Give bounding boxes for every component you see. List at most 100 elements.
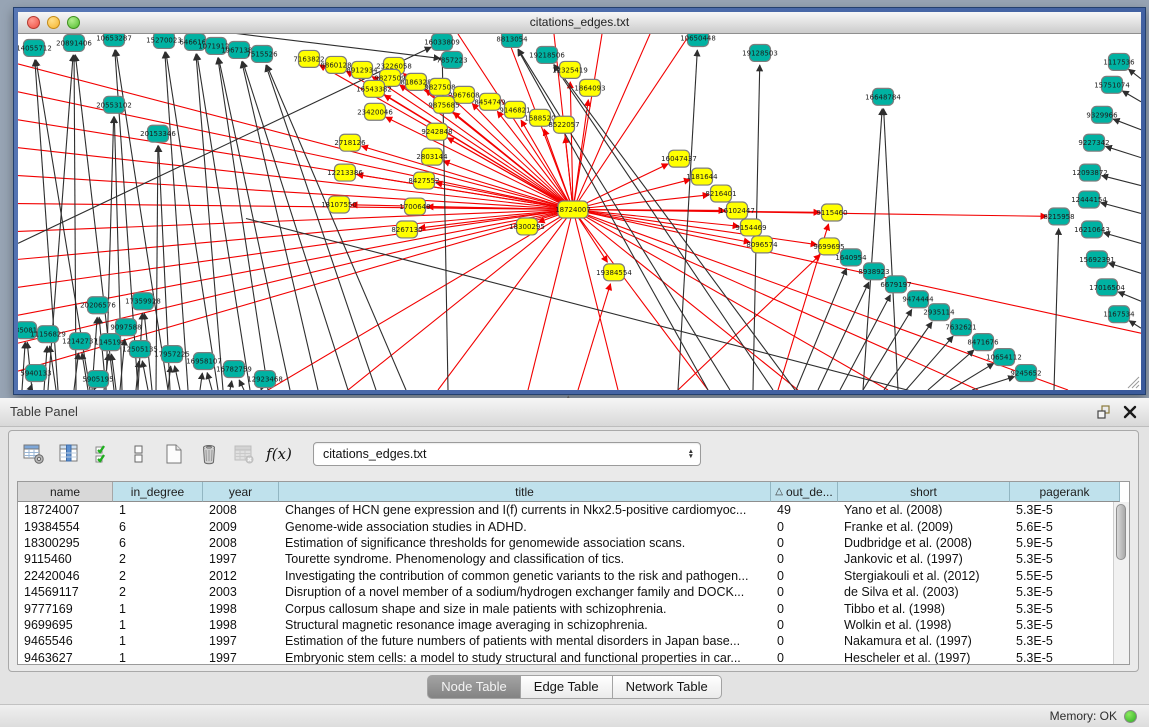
- graph-node[interactable]: 12093872: [1072, 164, 1108, 181]
- graph-node[interactable]: 8427552: [408, 172, 439, 189]
- svg-text:8471676: 8471676: [967, 339, 998, 347]
- graph-node[interactable]: 8471676: [967, 334, 998, 351]
- graph-node[interactable]: 7632621: [945, 319, 976, 336]
- graph-node[interactable]: 1181644: [686, 168, 718, 185]
- close-panel-button[interactable]: [1123, 405, 1137, 419]
- table-cell: Estimation of significance thresholds fo…: [279, 535, 771, 551]
- graph-node[interactable]: 20206576: [80, 297, 116, 314]
- network-graph[interactable]: 1872400771638228860128891293423226058982…: [18, 34, 1141, 390]
- new-document-icon: [163, 443, 185, 465]
- table-cell: 2003: [203, 584, 279, 600]
- table-cell: 1: [113, 617, 203, 633]
- graph-node[interactable]: 19384554: [596, 264, 632, 281]
- graph-node[interactable]: 10653287: [96, 34, 132, 46]
- table-row[interactable]: 969969511998Structural magnetic resonanc…: [18, 617, 1129, 633]
- table-row[interactable]: 1872400712008Changes of HCN gene express…: [18, 502, 1129, 518]
- table-row[interactable]: 946362711997Embryonic stem cells: a mode…: [18, 650, 1129, 665]
- column-header-pagerank[interactable]: pagerank: [1010, 482, 1120, 502]
- table-row[interactable]: 2242004622012Investigating the contribut…: [18, 568, 1129, 584]
- show-columns-button[interactable]: [56, 441, 82, 467]
- tab-edge-table[interactable]: Edge Table: [521, 675, 613, 699]
- float-panel-button[interactable]: [1095, 404, 1111, 420]
- graph-node[interactable]: 12505135: [122, 341, 158, 358]
- tab-node-table[interactable]: Node Table: [427, 675, 521, 699]
- table-scrollbar[interactable]: [1113, 502, 1129, 664]
- graph-node[interactable]: 2935114: [923, 304, 955, 321]
- graph-node[interactable]: 12213386: [327, 164, 363, 181]
- svg-text:12213386: 12213386: [327, 169, 363, 177]
- network-window-titlebar[interactable]: citations_edges.txt: [18, 12, 1141, 34]
- graph-node[interactable]: 15270023: [146, 34, 182, 48]
- graph-node[interactable]: 1167534: [1103, 306, 1135, 323]
- graph-node[interactable]: 20553102: [96, 96, 132, 113]
- graph-node[interactable]: 10654112: [986, 349, 1022, 366]
- function-builder-label: f(x): [264, 445, 294, 463]
- network-window[interactable]: citations_edges.txt 18724007716382288601…: [13, 7, 1146, 395]
- table-cell: 0: [771, 568, 838, 584]
- function-builder-button[interactable]: f(x): [266, 441, 292, 467]
- svg-text:7857223: 7857223: [436, 56, 467, 64]
- delete-columns-button[interactable]: [196, 441, 222, 467]
- column-header-year[interactable]: year: [203, 482, 279, 502]
- graph-node[interactable]: 9227342: [1078, 134, 1109, 151]
- graph-node[interactable]: 17957225: [154, 346, 190, 363]
- graph-node[interactable]: 6679197: [880, 276, 911, 293]
- graph-node[interactable]: 1864093: [574, 79, 605, 96]
- graph-node[interactable]: 15751074: [1094, 76, 1130, 93]
- graph-node[interactable]: 8216401: [705, 185, 736, 202]
- graph-node[interactable]: 15692391: [1079, 251, 1115, 268]
- graph-node[interactable]: 8215958: [1043, 208, 1074, 225]
- table-row[interactable]: 1830029562008Estimation of significance …: [18, 535, 1129, 551]
- graph-node[interactable]: 19128503: [742, 44, 778, 61]
- graph-node[interactable]: 16648784: [865, 88, 901, 105]
- graph-node[interactable]: 9329966: [1086, 106, 1117, 123]
- graph-node[interactable]: 20891406: [56, 34, 92, 51]
- column-header-out_degree[interactable]: △out_de...: [771, 482, 838, 502]
- table-header-row: namein_degreeyeartitle△out_de...shortpag…: [18, 482, 1129, 502]
- graph-node[interactable]: 9699695: [813, 238, 844, 255]
- column-header-short[interactable]: short: [838, 482, 1010, 502]
- table-cell: Disruption of a novel member of a sodium…: [279, 584, 771, 600]
- graph-node[interactable]: 9115460: [816, 204, 847, 221]
- column-header-in_degree[interactable]: in_degree: [113, 482, 203, 502]
- create-column-button[interactable]: [161, 441, 187, 467]
- graph-node[interactable]: 12142737: [62, 333, 98, 350]
- graph-node[interactable]: 12444154: [1071, 191, 1107, 208]
- table-cell: Jankovic et al. (1997): [838, 551, 1010, 567]
- table-selector-dropdown[interactable]: citations_edges.txt ▲▼: [313, 442, 701, 466]
- graph-node[interactable]: 18107550: [321, 196, 357, 213]
- column-header-title[interactable]: title: [279, 482, 771, 502]
- graph-node[interactable]: 14055712: [18, 39, 52, 56]
- graph-node[interactable]: 1117536: [1103, 53, 1134, 70]
- table-row[interactable]: 977716911998Corpus callosum shape and si…: [18, 600, 1129, 616]
- graph-node[interactable]: 7857223: [436, 51, 467, 68]
- window-resize-grip[interactable]: [1126, 375, 1140, 389]
- tab-network-table[interactable]: Network Table: [613, 675, 722, 699]
- graph-node[interactable]: 10650448: [680, 34, 716, 46]
- select-all-columns-button[interactable]: [91, 441, 117, 467]
- table-cell: 2: [113, 584, 203, 600]
- table-options-button[interactable]: [21, 441, 47, 467]
- close-icon: [1123, 405, 1137, 419]
- table-row[interactable]: 946554611997Estimation of the future num…: [18, 633, 1129, 649]
- graph-node[interactable]: 18724007: [555, 201, 591, 218]
- table-row[interactable]: 1456911722003Disruption of a novel membe…: [18, 584, 1129, 600]
- svg-text:17957225: 17957225: [154, 351, 190, 359]
- table-cell: Nakamura et al. (1997): [838, 633, 1010, 649]
- graph-node[interactable]: 17016504: [1089, 279, 1125, 296]
- unselect-all-columns-button[interactable]: [126, 441, 152, 467]
- table-scrollbar-thumb[interactable]: [1116, 504, 1126, 560]
- table-cell: 2: [113, 551, 203, 567]
- table-row[interactable]: 911546021997Tourette syndrome. Phenomeno…: [18, 551, 1129, 567]
- graph-node[interactable]: 8813054: [496, 34, 528, 47]
- graph-node[interactable]: 5940133: [20, 365, 51, 382]
- delete-table-button[interactable]: [231, 441, 257, 467]
- column-header-name[interactable]: name: [18, 482, 113, 502]
- network-canvas[interactable]: 1872400771638228860128891293423226058982…: [18, 34, 1141, 390]
- graph-node[interactable]: 16102447: [719, 202, 755, 219]
- graph-node[interactable]: 16210643: [1074, 221, 1110, 238]
- graph-node[interactable]: 1640954: [835, 249, 867, 266]
- table-row[interactable]: 1938455462009Genome-wide association stu…: [18, 518, 1129, 534]
- table-cell: 1: [113, 650, 203, 665]
- graph-node[interactable]: 19218506: [529, 46, 565, 63]
